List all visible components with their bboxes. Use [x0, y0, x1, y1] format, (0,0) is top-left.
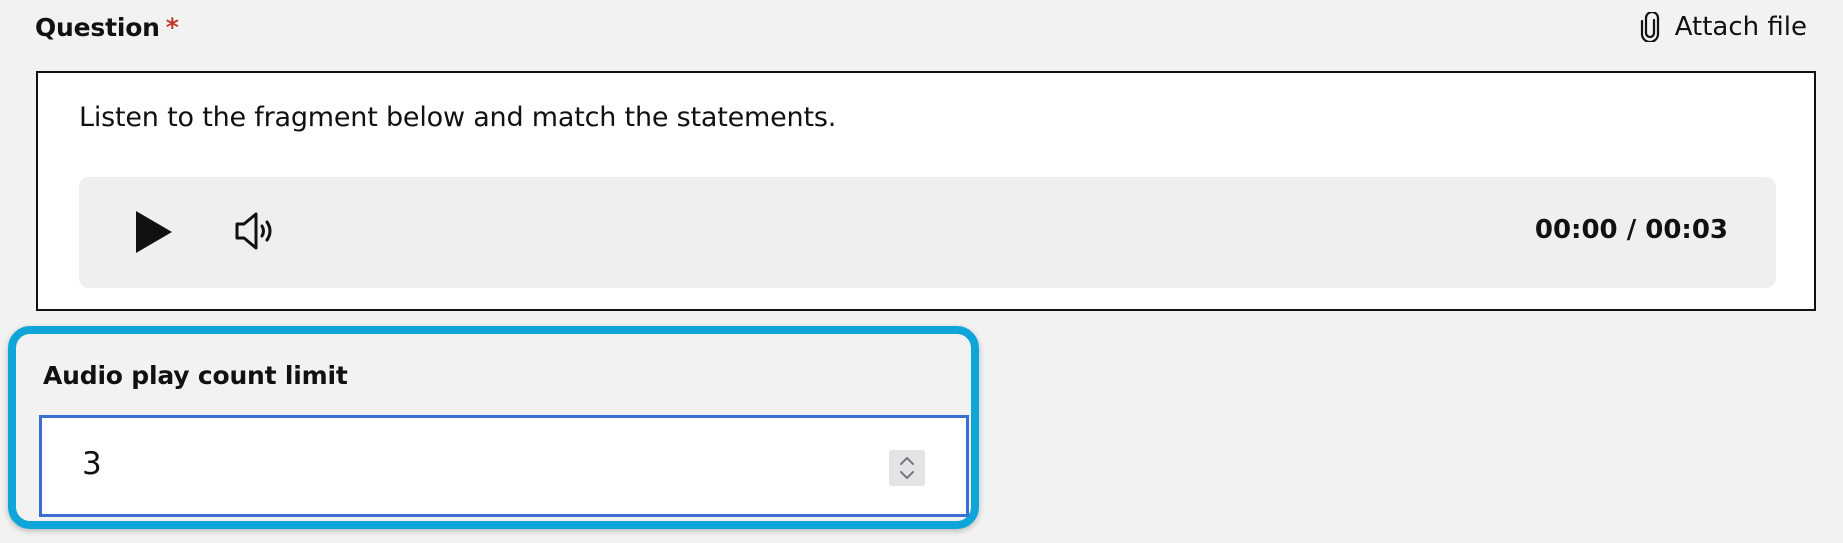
number-stepper[interactable] [889, 450, 925, 486]
question-text: Listen to the fragment below and match t… [79, 102, 837, 133]
question-editor: Question * Attach file Listen to the frag… [0, 0, 1843, 543]
audio-time-display: 00:00 / 00:03 [1534, 215, 1728, 245]
question-label-text: Question [35, 13, 160, 42]
attach-file-label: Attach file [1674, 12, 1807, 42]
audio-limit-label: Audio play count limit [43, 361, 348, 390]
audio-player: 00:00 / 00:03 [79, 177, 1776, 288]
play-button[interactable] [134, 210, 174, 254]
question-label: Question * [35, 13, 179, 42]
audio-limit-section: Audio play count limit 3 [8, 326, 979, 529]
question-content-box[interactable]: Listen to the fragment below and match t… [36, 71, 1816, 311]
attach-file-button[interactable]: Attach file [1639, 12, 1807, 42]
audio-limit-value: 3 [82, 446, 102, 482]
stepper-arrows-icon [900, 457, 914, 479]
play-icon [136, 211, 172, 253]
required-marker: * [165, 13, 179, 42]
volume-icon [235, 212, 272, 250]
paperclip-icon [1639, 12, 1661, 42]
volume-button[interactable] [235, 211, 277, 251]
audio-limit-input[interactable]: 3 [39, 415, 969, 517]
